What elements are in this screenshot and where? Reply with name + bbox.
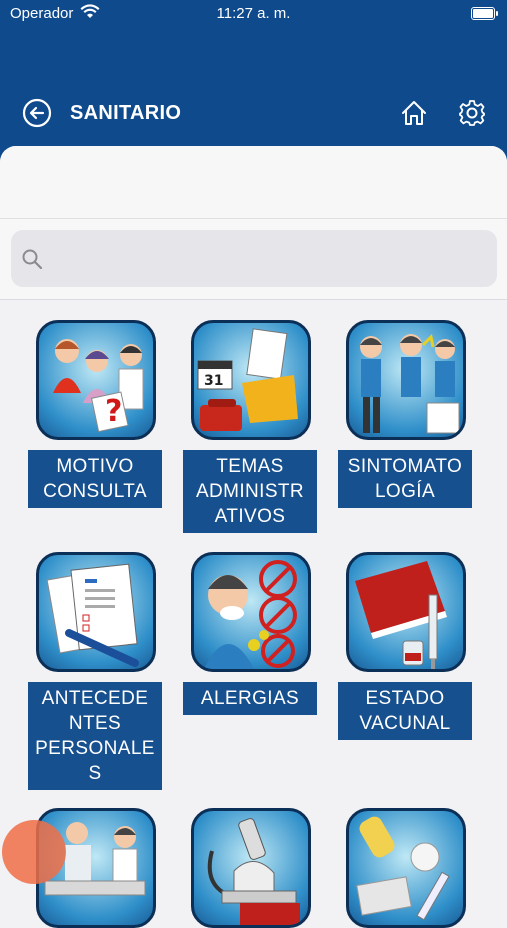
status-time: 11:27 a. m.: [216, 5, 291, 22]
touch-indicator: [2, 820, 66, 884]
gear-icon[interactable]: [457, 98, 487, 128]
search-input[interactable]: [55, 230, 489, 289]
nav-bar: SANITARIO: [0, 92, 507, 136]
svg-text:?: ?: [105, 394, 122, 429]
allergy-icon: [191, 552, 311, 672]
svg-text:31: 31: [204, 373, 223, 389]
tile-label: MOTIVO CONSULTA: [28, 450, 162, 508]
office-supplies-icon: 31: [191, 320, 311, 440]
tile-label: SINTOMATO LOGÍA: [338, 450, 472, 508]
sheet-header-blank: [0, 146, 507, 219]
medical-records-icon: [36, 552, 156, 672]
search-field[interactable]: [11, 230, 497, 289]
sick-people-icon: [346, 320, 466, 440]
vaccine-book-icon: [346, 552, 466, 672]
tile-label: ANTECEDE NTES PERSONALE S: [28, 682, 162, 790]
tile-label: TEMAS ADMINISTR ATIVOS: [183, 450, 317, 533]
status-bar: Operador 11:27 a. m.: [0, 0, 507, 28]
page-title: SANITARIO: [70, 102, 182, 124]
microscope-icon: [191, 808, 311, 928]
back-arrow-icon[interactable]: [22, 98, 52, 128]
medication-icon: [346, 808, 466, 928]
search-bar: [0, 219, 507, 300]
battery-icon: [471, 7, 498, 20]
search-icon: [21, 248, 43, 270]
tile-label: ESTADO VACUNAL: [338, 682, 472, 740]
doctor-patients-icon: ?: [36, 320, 156, 440]
home-icon[interactable]: [399, 98, 429, 128]
tile-label: ALERGIAS: [183, 682, 317, 715]
